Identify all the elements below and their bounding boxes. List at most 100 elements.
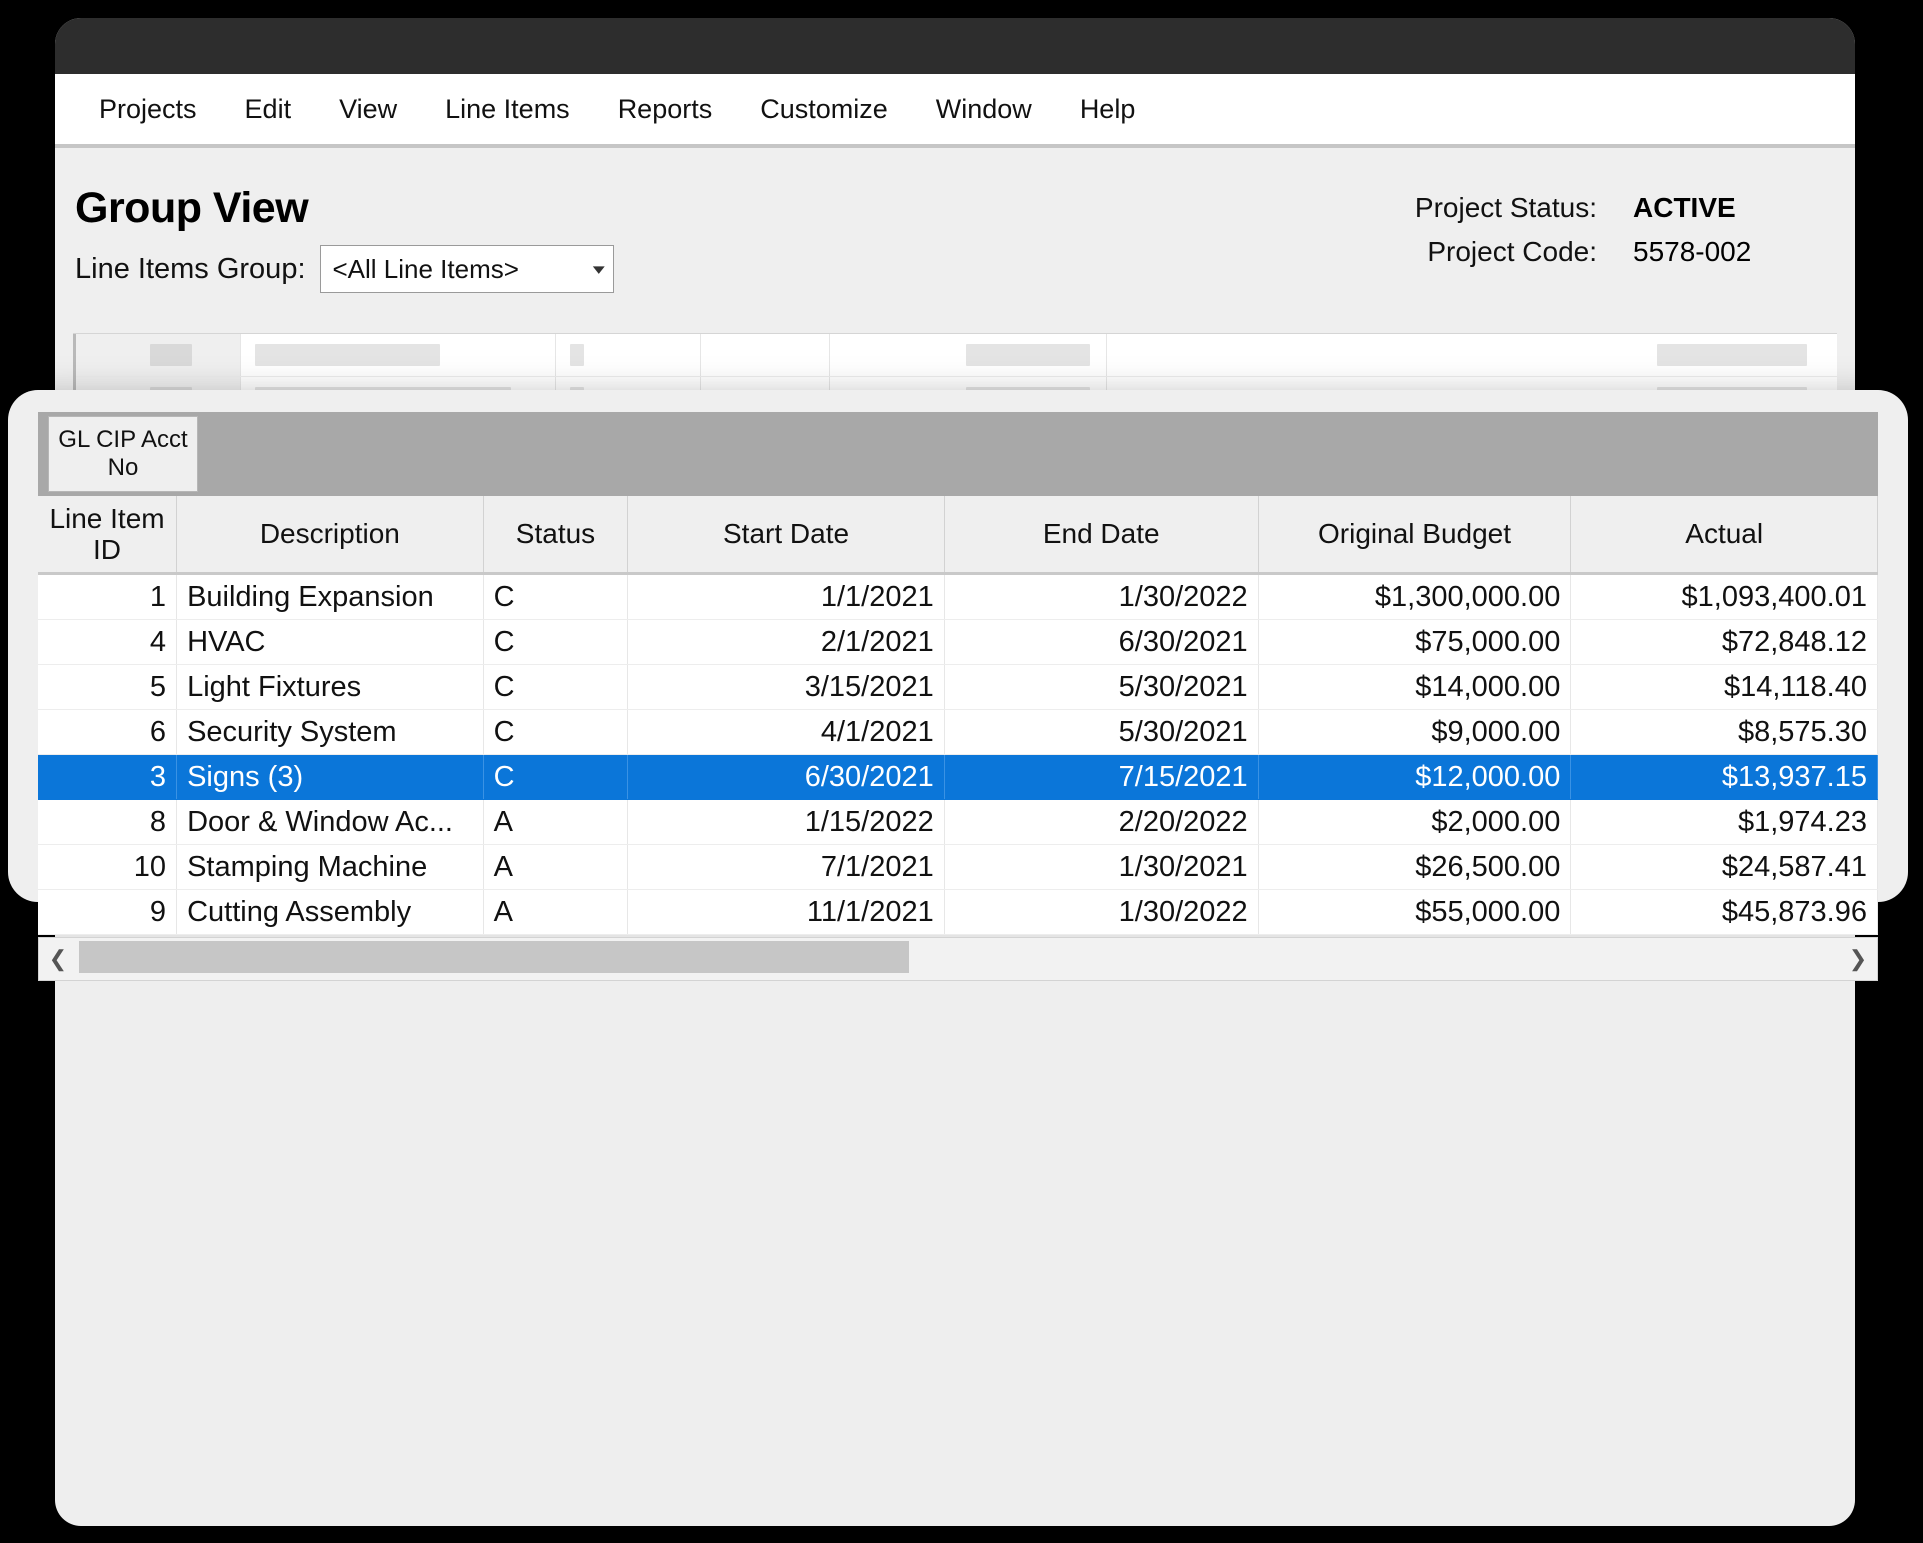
cell-original-budget[interactable]: $75,000.00 — [1258, 619, 1572, 665]
cell-end-date[interactable]: 1/30/2022 — [944, 573, 1259, 620]
cell-line-item-id[interactable]: 8 — [38, 799, 178, 845]
column-header-end-date[interactable]: End Date — [944, 496, 1259, 575]
cell-status[interactable]: C — [483, 664, 629, 710]
cell-line-item-id[interactable]: 9 — [38, 889, 178, 935]
menu-item-window[interactable]: Window — [912, 88, 1056, 131]
cell-actual[interactable]: $8,575.30 — [1570, 709, 1878, 755]
cell-original-budget[interactable]: $26,500.00 — [1258, 844, 1572, 890]
cell-description[interactable]: HVAC — [176, 619, 484, 665]
cell-end-date[interactable]: 5/30/2021 — [944, 664, 1259, 710]
cell-end-date[interactable]: 1/30/2022 — [944, 889, 1259, 935]
menu-item-projects[interactable]: Projects — [75, 88, 221, 131]
cell-original-budget[interactable]: $14,000.00 — [1258, 664, 1572, 710]
cell-description[interactable]: Door & Window Ac... — [176, 799, 484, 845]
table-row[interactable]: 1 Building Expansion C 1/1/2021 1/30/2022 $1,… — [38, 573, 1878, 620]
cell-start-date[interactable]: 7/1/2021 — [627, 844, 945, 890]
menu-item-customize[interactable]: Customize — [736, 88, 912, 131]
menu-item-line-items[interactable]: Line Items — [421, 88, 594, 131]
cell-end-date[interactable]: 2/20/2022 — [944, 799, 1259, 845]
window-titlebar — [55, 18, 1855, 74]
cell-actual[interactable]: $1,093,400.01 — [1570, 573, 1878, 620]
column-header-description[interactable]: Description — [176, 496, 484, 575]
cell-start-date[interactable]: 2/1/2021 — [627, 619, 945, 665]
cell-original-budget[interactable]: $9,000.00 — [1258, 709, 1572, 755]
cell-description[interactable]: Building Expansion — [176, 573, 484, 620]
cell-line-item-id[interactable]: 1 — [38, 573, 178, 620]
cell-end-date[interactable]: 5/30/2021 — [944, 709, 1259, 755]
cell-status[interactable]: A — [483, 889, 629, 935]
column-header-line-item-id[interactable]: Line Item ID — [38, 496, 178, 575]
cell-start-date[interactable]: 11/1/2021 — [627, 889, 945, 935]
table-row[interactable]: 4 HVAC C 2/1/2021 6/30/2021 $75,000.00 $72,848… — [38, 619, 1878, 665]
cell-original-budget[interactable]: $55,000.00 — [1258, 889, 1572, 935]
line-items-group-row: Line Items Group: <All Line Items> ▾ — [75, 245, 614, 293]
table-row[interactable]: 6 Security System C 4/1/2021 5/30/2021 $9,000… — [38, 709, 1878, 755]
cell-start-date[interactable]: 3/15/2021 — [627, 664, 945, 710]
cell-description[interactable]: Stamping Machine — [176, 844, 484, 890]
cell-status[interactable]: A — [483, 844, 629, 890]
cell-line-item-id[interactable]: 5 — [38, 664, 178, 710]
column-header-actual[interactable]: Actual — [1570, 496, 1878, 575]
skeleton-cell — [555, 334, 700, 376]
skeleton-cell — [136, 334, 240, 376]
menu-item-help[interactable]: Help — [1056, 88, 1160, 131]
cell-description[interactable]: Signs (3) — [176, 754, 484, 800]
cell-status[interactable]: A — [483, 799, 629, 845]
cell-end-date[interactable]: 1/30/2021 — [944, 844, 1259, 890]
column-header-status[interactable]: Status — [483, 496, 629, 575]
cell-actual[interactable]: $45,873.96 — [1570, 889, 1878, 935]
page-header: Group View Line Items Group: <All Line I… — [55, 148, 1855, 293]
page-header-left: Group View Line Items Group: <All Line I… — [75, 184, 614, 293]
cell-start-date[interactable]: 4/1/2021 — [627, 709, 945, 755]
line-items-group-select[interactable]: <All Line Items> ▾ — [319, 245, 614, 293]
cell-status[interactable]: C — [483, 754, 629, 800]
menu-item-view[interactable]: View — [315, 88, 421, 131]
page-title: Group View — [75, 184, 309, 232]
cell-original-budget[interactable]: $1,300,000.00 — [1258, 573, 1572, 620]
table-row[interactable]: 9 Cutting Assembly A 11/1/2021 1/30/2022 $55,… — [38, 889, 1878, 935]
project-status-value: ACTIVE — [1633, 192, 1736, 223]
cell-end-date[interactable]: 6/30/2021 — [944, 619, 1259, 665]
cell-line-item-id[interactable]: 3 — [38, 754, 178, 800]
scroll-thumb[interactable] — [79, 941, 909, 973]
cell-start-date[interactable]: 1/1/2021 — [627, 573, 945, 620]
cell-description[interactable]: Light Fixtures — [176, 664, 484, 710]
cell-line-item-id[interactable]: 10 — [38, 844, 178, 890]
cell-actual[interactable]: $13,937.15 — [1570, 754, 1878, 800]
project-meta: Project Status: ACTIVE Project Code: 557… — [1415, 184, 1819, 280]
cell-actual[interactable]: $24,587.41 — [1570, 844, 1878, 890]
scroll-left-icon[interactable]: ❮ — [39, 938, 77, 980]
cell-status[interactable]: C — [483, 619, 629, 665]
cell-description[interactable]: Security System — [176, 709, 484, 755]
cell-status[interactable]: C — [483, 709, 629, 755]
cell-actual[interactable]: $72,848.12 — [1570, 619, 1878, 665]
overlay-horizontal-scrollbar[interactable]: ❮ ❯ — [38, 937, 1878, 981]
cell-end-date[interactable]: 7/15/2021 — [944, 754, 1259, 800]
table-row[interactable]: 8 Door & Window Ac... A 1/15/2022 2/20/2022 $… — [38, 799, 1878, 845]
table-row[interactable]: 5 Light Fixtures C 3/15/2021 5/30/2021 $14,00… — [38, 664, 1878, 710]
column-header-original-budget[interactable]: Original Budget — [1258, 496, 1572, 575]
cell-actual[interactable]: $1,974.23 — [1570, 799, 1878, 845]
table-header-row: Line Item ID Description Status Start Da… — [38, 496, 1878, 575]
cell-description[interactable]: Cutting Assembly — [176, 889, 484, 935]
column-header-start-date[interactable]: Start Date — [627, 496, 945, 575]
cell-line-item-id[interactable]: 6 — [38, 709, 178, 755]
cell-status[interactable]: C — [483, 573, 629, 620]
menu-item-reports[interactable]: Reports — [594, 88, 737, 131]
cell-start-date[interactable]: 1/15/2022 — [627, 799, 945, 845]
grid-toolbar-strip: GL CIP Acct No — [38, 412, 1878, 496]
scroll-right-icon[interactable]: ❯ — [1839, 938, 1877, 980]
cell-original-budget[interactable]: $12,000.00 — [1258, 754, 1572, 800]
cell-original-budget[interactable]: $2,000.00 — [1258, 799, 1572, 845]
menu-item-edit[interactable]: Edit — [221, 88, 316, 131]
cell-actual[interactable]: $14,118.40 — [1570, 664, 1878, 710]
cell-start-date[interactable]: 6/30/2021 — [627, 754, 945, 800]
table-row[interactable]: 10 Stamping Machine A 7/1/2021 1/30/2021 $26,… — [38, 844, 1878, 890]
cell-line-item-id[interactable]: 4 — [38, 619, 178, 665]
scroll-track[interactable] — [77, 938, 1839, 980]
gl-cip-acct-no-chip[interactable]: GL CIP Acct No — [48, 416, 198, 492]
line-items-group-value: <All Line Items> — [332, 253, 519, 284]
gl-cip-acct-no-label: GL CIP Acct No — [58, 426, 188, 481]
table-row[interactable]: 3 Signs (3) C 6/30/2021 7/15/2021 $12,000.00 $… — [38, 754, 1878, 800]
skeleton-cell — [829, 334, 1106, 376]
